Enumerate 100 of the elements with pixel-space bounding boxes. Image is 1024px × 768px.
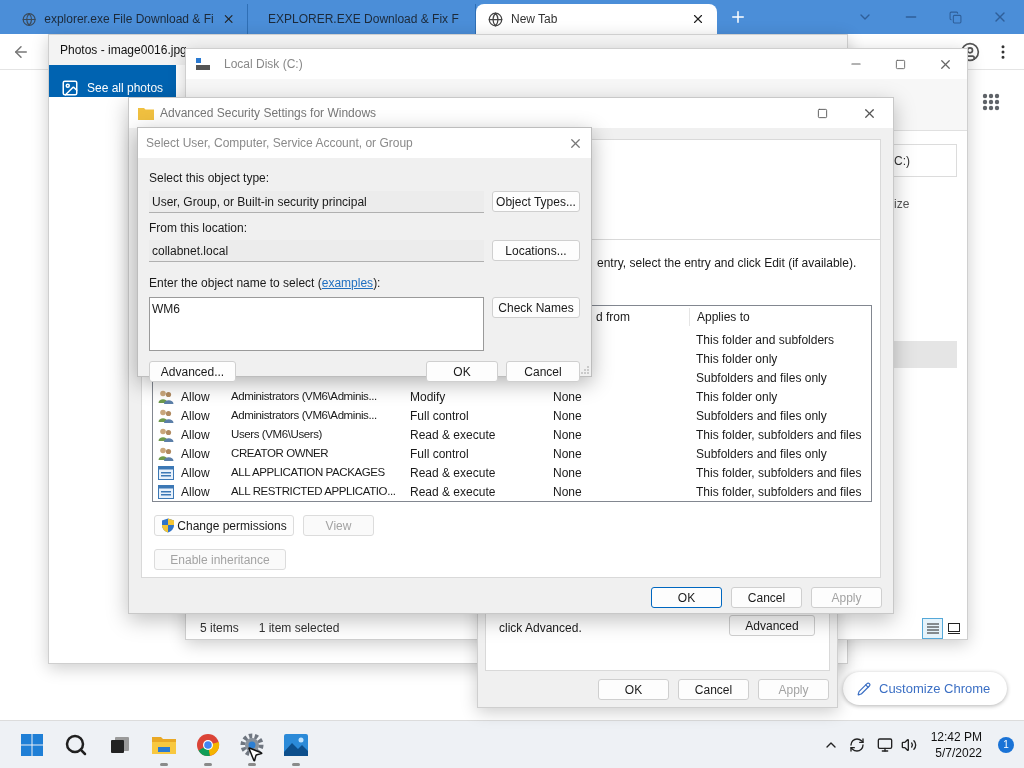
image-icon: [61, 79, 79, 97]
volume-icon[interactable]: [900, 736, 917, 753]
table-cell-text: Full control: [410, 407, 470, 425]
pencil-icon: [857, 681, 871, 696]
users-icon: [158, 445, 174, 462]
table-cell-text: None: [553, 407, 583, 425]
users-icon: [158, 407, 174, 424]
network-icon[interactable]: [876, 736, 893, 753]
object-name-field[interactable]: WM6: [149, 297, 484, 351]
sync-icon[interactable]: [848, 736, 865, 753]
new-tab-icon[interactable]: [729, 8, 747, 26]
dialog-button[interactable]: Cancel: [506, 361, 580, 382]
location-field: collabnet.local: [149, 240, 484, 262]
selection-count: 1 item selected: [258, 620, 340, 637]
table-cell-text: ALL RESTRICTED APPLICATIO...: [231, 483, 397, 499]
action-button[interactable]: Change permissions: [154, 515, 294, 536]
table-cell-text: This folder, subfolders and files: [695, 426, 863, 444]
clock[interactable]: 12:42 PM 5/7/2022: [930, 728, 982, 761]
window-title: Local Disk (C:): [224, 56, 303, 73]
tab-title: New Tab: [511, 11, 559, 28]
table-cell-text: Users (VM6\Users): [231, 426, 323, 442]
table-cell-text: None: [553, 464, 583, 482]
table-cell-text: Read & execute: [410, 483, 497, 501]
tab-title: explorer.exe File Download & Fi: [44, 11, 214, 28]
table-cell-text: Read & execute: [410, 464, 497, 482]
folder-icon: [138, 106, 154, 120]
dialog-button[interactable]: OK: [426, 361, 498, 382]
shield-icon: [161, 518, 176, 533]
dialog-button[interactable]: OK: [598, 679, 669, 700]
app-window-icon: [158, 464, 174, 481]
window-title: Advanced Security Settings for Windows: [160, 105, 377, 122]
details-view-icon: [926, 622, 939, 634]
table-cell-text: Full control: [410, 445, 470, 463]
field-label: From this location:: [149, 220, 249, 237]
table-cell-text: None: [553, 483, 583, 501]
dialog-button[interactable]: Cancel: [731, 587, 802, 608]
close-icon[interactable]: [691, 12, 705, 26]
table-cell-text: CREATOR OWNER: [231, 445, 330, 461]
mouse-pointer-icon: [246, 745, 264, 763]
notification-badge[interactable]: 1: [998, 736, 1014, 753]
column-header[interactable]: Applies to: [689, 307, 871, 326]
maximize-icon[interactable]: [895, 58, 906, 70]
users-icon: [158, 388, 174, 405]
column-header[interactable]: ize: [894, 195, 957, 213]
table-cell-text: Allow: [181, 407, 211, 425]
users-icon: [158, 426, 174, 443]
object-type-field: User, Group, or Built-in security principal: [149, 191, 484, 213]
window-title: Photos - image0016.jpg: [60, 42, 187, 59]
object-types-button[interactable]: Object Types...: [492, 191, 580, 212]
table-cell-text: This folder, subfolders and files: [695, 483, 863, 501]
table-cell-text: Subfolders and files only: [695, 407, 828, 425]
table-cell-text: Allow: [181, 445, 211, 463]
globe-icon: [488, 11, 503, 27]
field-label: Enter the object name to select (examples):: [149, 275, 382, 292]
table-cell-text: Allow: [181, 483, 211, 501]
advanced-button[interactable]: Advanced: [729, 615, 815, 636]
table-cell-text: Allow: [181, 426, 211, 444]
table-cell-text: Allow: [181, 388, 211, 406]
task-view-icon[interactable]: [110, 735, 130, 754]
advanced-button[interactable]: Advanced...: [149, 361, 236, 382]
maximize-icon[interactable]: [817, 107, 828, 119]
customize-chrome-button[interactable]: Customize Chrome: [843, 672, 1007, 705]
see-all-photos-button[interactable]: See all photos: [49, 65, 176, 97]
resize-grip-icon[interactable]: [581, 366, 589, 374]
table-cell-text: Allow: [181, 464, 211, 482]
windows-logo-icon[interactable]: [21, 733, 43, 756]
table-cell-text: ALL APPLICATION PACKAGES: [231, 464, 386, 480]
browser-tab[interactable]: New Tab: [476, 4, 717, 34]
table-cell-text: Subfolders and files only: [695, 369, 828, 387]
table-cell-text: Read & execute: [410, 426, 497, 444]
instruction-text: click Advanced.: [499, 620, 582, 637]
field-label: Select this object type:: [149, 170, 271, 187]
globe-icon: [22, 11, 37, 27]
table-cell-text: None: [553, 426, 583, 444]
locations-button[interactable]: Locations...: [492, 240, 580, 261]
table-cell-text: Administrators (VM6\Adminis...: [231, 388, 378, 404]
table-cell-text: This folder only: [695, 350, 779, 368]
item-count: 5 items: [200, 620, 239, 637]
dialog-button[interactable]: Cancel: [678, 679, 749, 700]
table-cell-text: This folder and subfolders: [695, 331, 836, 349]
table-cell-text: Subfolders and files only: [695, 445, 828, 463]
dialog-button[interactable]: OK: [651, 587, 722, 608]
tab-title: EXPLORER.EXE Download & Fix F: [268, 11, 459, 28]
table-cell-text: This folder only: [695, 388, 779, 406]
tiles-view-icon: [947, 622, 960, 634]
view-toggle[interactable]: [922, 617, 943, 639]
examples-link[interactable]: examples: [321, 276, 374, 290]
table-cell-text: None: [553, 445, 583, 463]
instruction-text: entry, select the entry and click Edit (if available).: [597, 255, 858, 272]
dialog-title: Select User, Computer, Service Account, or Group: [146, 135, 413, 152]
search-icon[interactable]: [64, 732, 88, 757]
photos-app-icon[interactable]: [284, 733, 308, 756]
chrome-logo-icon[interactable]: [196, 732, 220, 757]
apps-grid-icon[interactable]: [982, 93, 1000, 111]
drive-icon: [196, 57, 210, 71]
app-window-icon: [158, 483, 174, 500]
table-cell-text: Administrators (VM6\Adminis...: [231, 407, 378, 423]
table-cell-text: Modify: [410, 388, 447, 406]
table-cell-text: None: [553, 388, 583, 406]
check-names-button[interactable]: Check Names: [492, 297, 580, 318]
